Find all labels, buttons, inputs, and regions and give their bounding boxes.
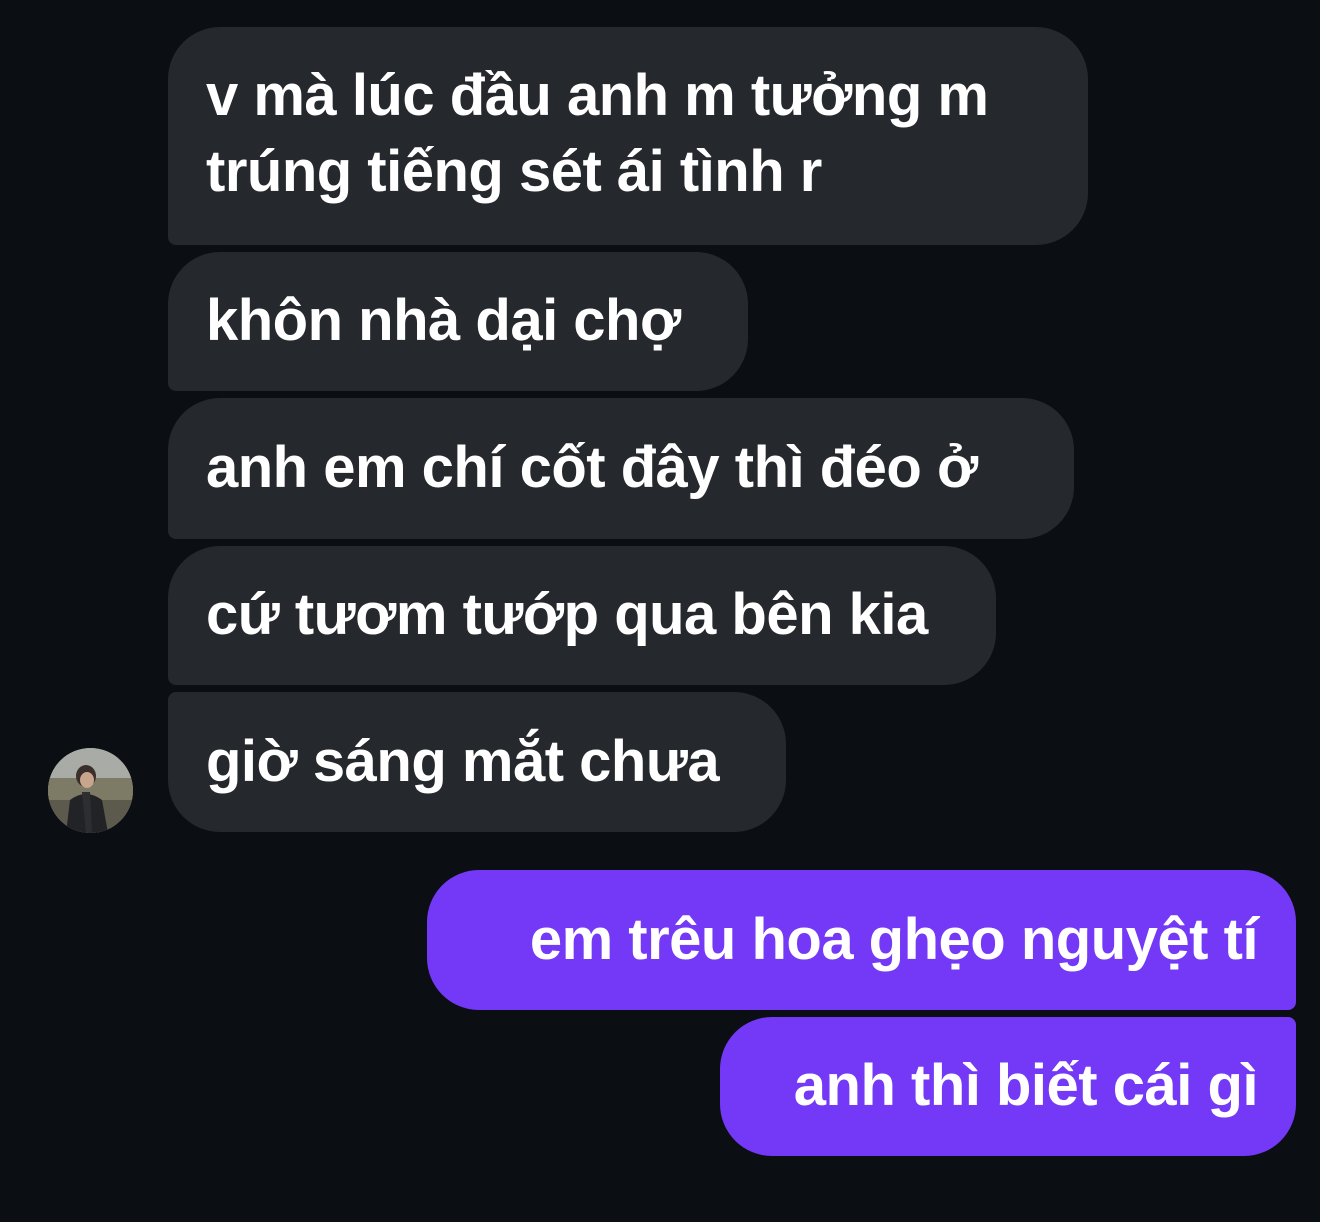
incoming-message[interactable]: giờ sáng mắt chưa xyxy=(168,692,786,832)
message-text: anh thì biết cái gì xyxy=(793,1053,1259,1118)
incoming-message[interactable]: khôn nhà dại chợ xyxy=(168,252,748,391)
message-text: em trêu hoa ghẹo nguyệt tí xyxy=(529,907,1259,972)
chat-thread: v mà lúc đầu anh m tưởng m trúng tiếng s… xyxy=(0,0,1320,1222)
message-text: cứ tươm tướp qua bên kia xyxy=(206,582,928,647)
contact-avatar-photo-icon xyxy=(48,748,133,833)
message-text: giờ sáng mắt chưa xyxy=(206,729,720,794)
message-text-line: trúng tiếng sét ái tình r xyxy=(206,139,822,204)
outgoing-message[interactable]: em trêu hoa ghẹo nguyệt tí xyxy=(427,870,1296,1010)
message-text-line: v mà lúc đầu anh m tưởng m xyxy=(206,63,989,128)
incoming-message[interactable]: v mà lúc đầu anh m tưởng m trúng tiếng s… xyxy=(168,27,1088,245)
message-text: khôn nhà dại chợ xyxy=(206,288,681,353)
contact-avatar[interactable] xyxy=(48,748,133,833)
message-text: anh em chí cốt đây thì đéo ở xyxy=(206,435,978,500)
incoming-message[interactable]: cứ tươm tướp qua bên kia xyxy=(168,546,996,685)
outgoing-message[interactable]: anh thì biết cái gì xyxy=(720,1017,1296,1156)
incoming-message[interactable]: anh em chí cốt đây thì đéo ở xyxy=(168,398,1074,539)
